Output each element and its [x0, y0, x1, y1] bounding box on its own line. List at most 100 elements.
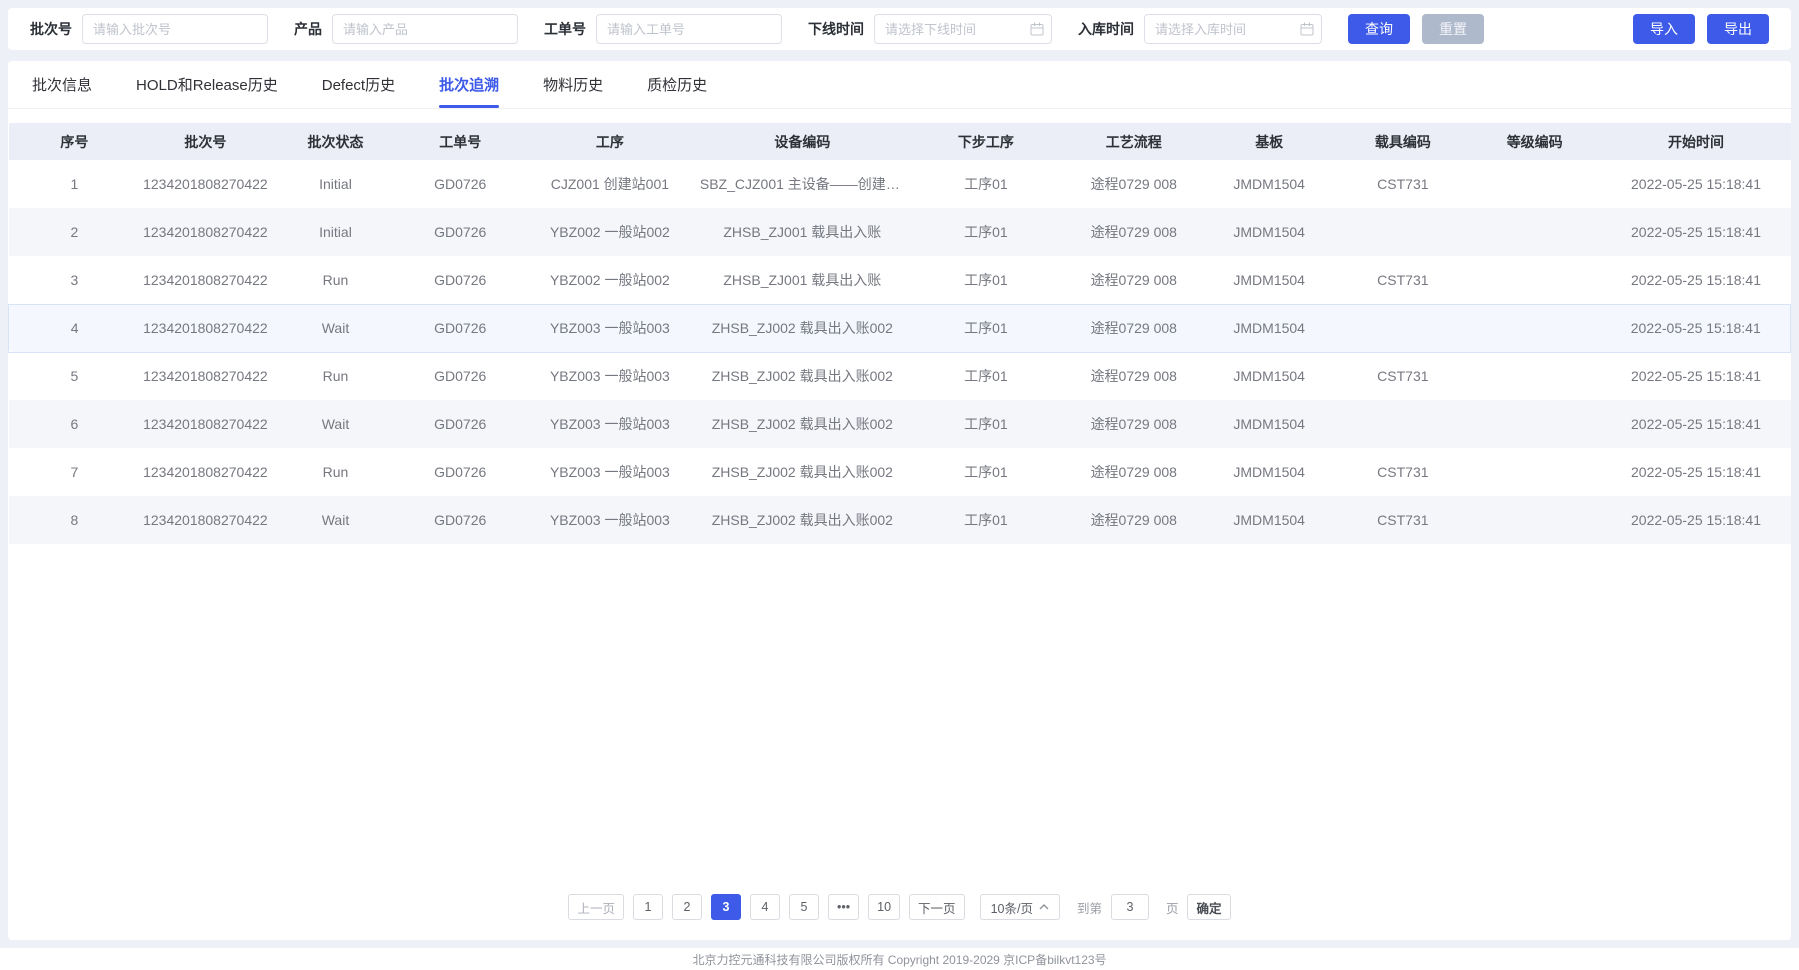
table-cell: Wait	[270, 496, 400, 544]
table-cell: JMDM1504	[1201, 208, 1338, 256]
table-cell: 途程0729 008	[1067, 400, 1201, 448]
column-header: 开始时间	[1602, 123, 1791, 160]
batch-no-input[interactable]	[82, 14, 268, 44]
filter-label: 工单号	[544, 19, 586, 39]
table-cell: CST731	[1338, 352, 1468, 400]
offline-time-input[interactable]	[874, 14, 1052, 44]
page-button-1[interactable]: 1	[633, 894, 663, 920]
product-input[interactable]	[332, 14, 518, 44]
table-cell: GD0726	[401, 496, 520, 544]
table-cell: 工序01	[905, 256, 1067, 304]
table-cell: JMDM1504	[1201, 400, 1338, 448]
table-cell: 6	[9, 400, 141, 448]
page-button-4[interactable]: 4	[750, 894, 780, 920]
column-header: 批次号	[140, 123, 270, 160]
table-cell: JMDM1504	[1201, 256, 1338, 304]
page-button-2[interactable]: 2	[672, 894, 702, 920]
storage-time-input[interactable]	[1144, 14, 1322, 44]
table-cell: 1234201808270422	[140, 304, 270, 352]
calendar-icon[interactable]	[1030, 22, 1044, 36]
table-cell: GD0726	[401, 352, 520, 400]
table-cell: 途程0729 008	[1067, 496, 1201, 544]
table-cell: Initial	[270, 208, 400, 256]
table-cell: CST731	[1338, 448, 1468, 496]
table-cell: ZHSB_ZJ001 载具出入账	[700, 208, 905, 256]
table-cell: 7	[9, 448, 141, 496]
tab-质检历史[interactable]: 质检历史	[647, 61, 707, 108]
table-row[interactable]: 21234201808270422InitialGD0726YBZ002 一般站…	[9, 208, 1791, 256]
table-cell: 1234201808270422	[140, 400, 270, 448]
table-cell: GD0726	[401, 304, 520, 352]
table-cell: 2022-05-25 15:18:41	[1602, 448, 1791, 496]
table-cell: YBZ002 一般站002	[520, 256, 700, 304]
tab-批次追溯[interactable]: 批次追溯	[439, 61, 499, 108]
table-row[interactable]: 11234201808270422InitialGD0726CJZ001 创建站…	[9, 160, 1791, 208]
table-cell: 2022-05-25 15:18:41	[1602, 304, 1791, 352]
footer: 北京力控元通科技有限公司版权所有 Copyright 2019-2029 京IC…	[0, 948, 1799, 970]
table-cell	[1338, 208, 1468, 256]
column-header: 序号	[9, 123, 141, 160]
prev-page-button[interactable]: 上一页	[568, 894, 624, 920]
column-header: 设备编码	[700, 123, 905, 160]
table-cell: ZHSB_ZJ002 载具出入账002	[700, 400, 905, 448]
column-header: 工序	[520, 123, 700, 160]
goto-prefix-label: 到第	[1077, 898, 1102, 917]
tab-物料历史[interactable]: 物料历史	[543, 61, 603, 108]
table-row[interactable]: 51234201808270422RunGD0726YBZ003 一般站003Z…	[9, 352, 1791, 400]
table-row[interactable]: 61234201808270422WaitGD0726YBZ003 一般站003…	[9, 400, 1791, 448]
table-cell: 途程0729 008	[1067, 352, 1201, 400]
table-cell	[1468, 496, 1602, 544]
page-button-10[interactable]: 10	[868, 894, 900, 920]
filter-bar: 批次号产品工单号下线时间入库时间 查询 重置 导入 导出	[8, 8, 1791, 50]
work-order-input[interactable]	[596, 14, 782, 44]
table-cell: 途程0729 008	[1067, 160, 1201, 208]
table-row[interactable]: 71234201808270422RunGD0726YBZ003 一般站003Z…	[9, 448, 1791, 496]
goto-confirm-button[interactable]: 确定	[1187, 894, 1230, 920]
column-header: 工单号	[401, 123, 520, 160]
table-cell: JMDM1504	[1201, 304, 1338, 352]
tab-HOLD和Release历史[interactable]: HOLD和Release历史	[136, 61, 278, 108]
goto-suffix-label: 页	[1166, 898, 1179, 917]
table-cell	[1468, 256, 1602, 304]
table-cell: 2022-05-25 15:18:41	[1602, 256, 1791, 304]
reset-button[interactable]: 重置	[1422, 14, 1484, 44]
table-cell: 4	[9, 304, 141, 352]
tab-bar: 批次信息 HOLD和Release历史 Defect历史批次追溯物料历史质检历史	[8, 61, 1791, 109]
table-row[interactable]: 81234201808270422WaitGD0726YBZ003 一般站003…	[9, 496, 1791, 544]
tab-Defect历史[interactable]: Defect历史	[322, 61, 395, 108]
page-button-3[interactable]: 3	[711, 894, 741, 920]
table-cell: ZHSB_ZJ002 载具出入账002	[700, 352, 905, 400]
table-cell: YBZ002 一般站002	[520, 208, 700, 256]
next-page-button[interactable]: 下一页	[909, 894, 965, 920]
goto-page-input[interactable]	[1111, 894, 1149, 920]
import-button[interactable]: 导入	[1633, 14, 1695, 44]
table-cell: Run	[270, 352, 400, 400]
column-header: 载具编码	[1338, 123, 1468, 160]
table-cell	[1468, 160, 1602, 208]
column-header: 等级编码	[1468, 123, 1602, 160]
page-size-select[interactable]: 10条/页	[980, 894, 1060, 920]
table-cell: GD0726	[401, 448, 520, 496]
filter-label: 批次号	[30, 19, 72, 39]
page-button-5[interactable]: 5	[789, 894, 819, 920]
table-cell: GD0726	[401, 160, 520, 208]
more-pages-button[interactable]: •••	[828, 894, 859, 920]
table-cell: 5	[9, 352, 141, 400]
table-cell	[1338, 400, 1468, 448]
table-cell: 工序01	[905, 400, 1067, 448]
export-button[interactable]: 导出	[1707, 14, 1769, 44]
table-cell: Run	[270, 256, 400, 304]
table-cell: 工序01	[905, 304, 1067, 352]
table-row[interactable]: 41234201808270422WaitGD0726YBZ003 一般站003…	[9, 304, 1791, 352]
table-cell: 1234201808270422	[140, 160, 270, 208]
table-row[interactable]: 31234201808270422RunGD0726YBZ002 一般站002Z…	[9, 256, 1791, 304]
filter-field-product: 产品	[294, 14, 518, 44]
table-cell: 2022-05-25 15:18:41	[1602, 160, 1791, 208]
tab-批次信息[interactable]: 批次信息	[32, 61, 92, 108]
query-button[interactable]: 查询	[1348, 14, 1410, 44]
table-cell: 途程0729 008	[1067, 256, 1201, 304]
table-cell: 工序01	[905, 448, 1067, 496]
app-window: 批次号产品工单号下线时间入库时间 查询 重置 导入 导出 批次信息HOLD和Re…	[0, 0, 1799, 970]
trace-table: 序号批次号批次状态工单号工序设备编码下步工序工艺流程基板载具编码等级编码开始时间…	[8, 123, 1791, 544]
calendar-icon[interactable]	[1300, 22, 1314, 36]
